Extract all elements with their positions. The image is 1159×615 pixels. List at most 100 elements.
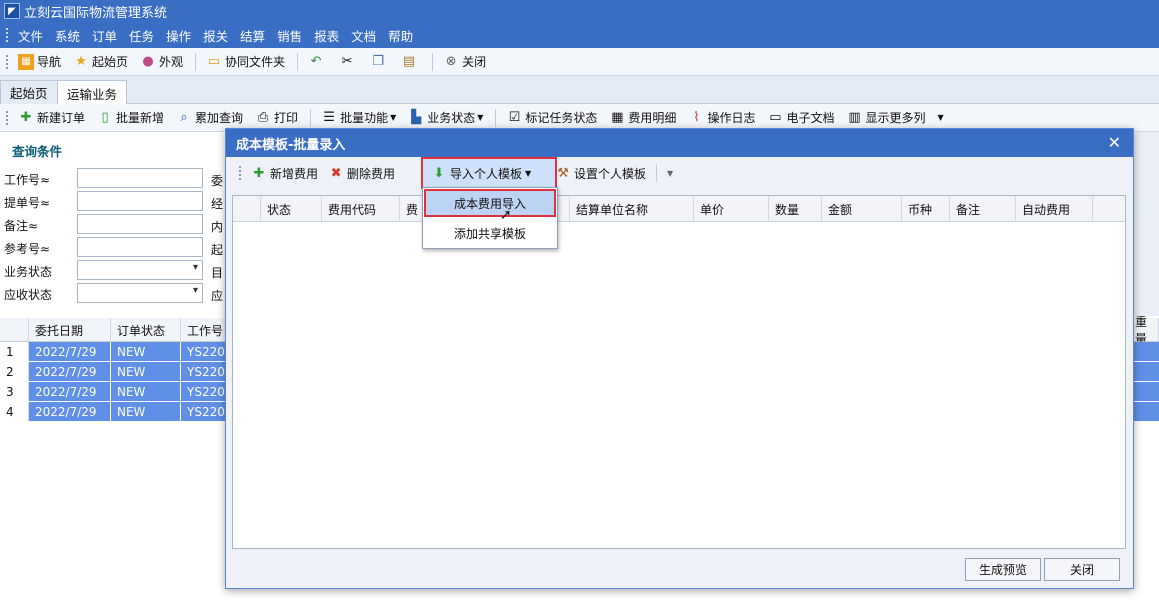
menu-task[interactable]: 任务 bbox=[129, 26, 154, 45]
menu-documents[interactable]: 文档 bbox=[351, 26, 376, 45]
table-row[interactable]: 2 2022/7/29 NEW YS220 bbox=[0, 362, 230, 382]
receivable-status-select[interactable] bbox=[77, 283, 203, 303]
menu-help[interactable]: 帮助 bbox=[388, 26, 413, 45]
grid-header-cell[interactable]: 结算单位名称 bbox=[570, 196, 694, 222]
show-more-columns-button[interactable]: ▥ 显示更多列 bbox=[846, 109, 925, 126]
remark-input[interactable] bbox=[77, 214, 203, 234]
skin-button[interactable]: ● 外观 bbox=[140, 53, 183, 70]
fee-detail-button[interactable]: ▦ 费用明细 bbox=[609, 109, 676, 126]
menu-reports[interactable]: 报表 bbox=[314, 26, 339, 45]
cut-button[interactable]: ✂ bbox=[339, 54, 358, 70]
grid-header-cell[interactable]: 状态 bbox=[261, 196, 322, 222]
menu-file[interactable]: 文件 bbox=[18, 26, 43, 45]
toolbar-overflow-icon[interactable]: ▼ bbox=[937, 113, 943, 122]
wrench-icon: ⚒ bbox=[557, 165, 569, 181]
table-cell: 2022/7/29 bbox=[29, 342, 111, 362]
query-label: 经 bbox=[211, 197, 224, 211]
home-button[interactable]: ★ 起始页 bbox=[73, 53, 128, 70]
close-icon[interactable]: ✕ bbox=[1108, 133, 1121, 152]
electronic-docs-button[interactable]: ▭ 电子文档 bbox=[767, 109, 834, 126]
dialog-title: 成本模板-批量录入 bbox=[236, 137, 346, 153]
set-personal-template-button[interactable]: ⚒ 设置个人模板 bbox=[555, 165, 646, 182]
undo-button[interactable]: ↶ bbox=[308, 54, 327, 70]
tab-start-page[interactable]: 起始页 bbox=[0, 80, 58, 104]
batch-add-button[interactable]: ▯ 批量新增 bbox=[97, 109, 164, 126]
grid-header-cell[interactable]: 金额 bbox=[822, 196, 902, 222]
table-cell bbox=[1133, 402, 1159, 422]
operation-log-label: 操作日志 bbox=[707, 111, 756, 125]
grid-header-cell[interactable]: 数量 bbox=[769, 196, 822, 222]
grid-header-cell[interactable]: 币种 bbox=[902, 196, 950, 222]
business-status-button[interactable]: ▙ 业务状态 ▼ bbox=[408, 109, 483, 126]
table-row[interactable]: 3 2022/7/29 NEW YS220 bbox=[0, 382, 230, 402]
home-label: 起始页 bbox=[92, 55, 129, 69]
query-label: 备注≈ bbox=[4, 218, 39, 233]
copy-button[interactable]: ❐ bbox=[370, 54, 389, 70]
job-number-input[interactable] bbox=[77, 168, 203, 188]
row-number: 4 bbox=[0, 402, 29, 422]
new-order-button[interactable]: ✚ 新建订单 bbox=[18, 109, 85, 126]
toolbar-separator bbox=[656, 164, 658, 182]
grid-header-cell[interactable]: 订单状态 bbox=[111, 318, 181, 342]
print-button[interactable]: ⎙ 打印 bbox=[255, 109, 298, 126]
add-fee-button[interactable]: ✚ 新增费用 bbox=[251, 165, 318, 182]
chevron-down-icon: ▼ bbox=[477, 113, 484, 122]
plus-icon: ✚ bbox=[20, 110, 32, 125]
import-template-label: 导入个人模板 bbox=[450, 166, 523, 181]
grid-header-cell[interactable]: 备注 bbox=[950, 196, 1016, 222]
mark-task-status-button[interactable]: ☑ 标记任务状态 bbox=[506, 109, 598, 126]
menu-settlement[interactable]: 结算 bbox=[240, 26, 265, 45]
menu-grip-icon bbox=[6, 28, 10, 42]
menu-bar: 文件 系统 订单 任务 操作 报关 结算 销售 报表 文档 帮助 bbox=[0, 22, 1159, 48]
delete-fee-button[interactable]: ✖ 删除费用 bbox=[328, 165, 395, 182]
batch-function-label: 批量功能 bbox=[340, 111, 389, 125]
status-icon: ▙ bbox=[411, 110, 422, 125]
table-cell: 2022/7/29 bbox=[29, 362, 111, 382]
reference-number-input[interactable] bbox=[77, 237, 203, 257]
search-icon: ⌕ bbox=[180, 110, 188, 125]
menu-sales[interactable]: 销售 bbox=[277, 26, 302, 45]
table-icon: ▦ bbox=[611, 110, 624, 125]
paste-button[interactable]: ▤ bbox=[401, 54, 420, 70]
batch-function-button[interactable]: ☰ 批量功能 ▼ bbox=[321, 109, 396, 126]
dialog-close-button[interactable]: 关闭 bbox=[1044, 558, 1120, 581]
cumulative-query-button[interactable]: ⌕ 累加查询 bbox=[176, 109, 243, 126]
add-shared-template-menu-item[interactable]: 添加共享模板 bbox=[424, 219, 556, 247]
mark-task-status-label: 标记任务状态 bbox=[525, 111, 598, 125]
grid-header-cell[interactable]: 单价 bbox=[694, 196, 769, 222]
bill-number-input[interactable] bbox=[77, 191, 203, 211]
menu-operation[interactable]: 操作 bbox=[166, 26, 191, 45]
grid-header-cell[interactable]: 自动费用 bbox=[1016, 196, 1093, 222]
operation-log-button[interactable]: ⌇ 操作日志 bbox=[688, 109, 755, 126]
toolbar-separator bbox=[310, 108, 312, 127]
main-toolbar: ▦ 导航 ★ 起始页 ● 外观 ▭ 协同文件夹 ↶ ✂ ❐ ▤ ⊗ 关闭 bbox=[0, 48, 1159, 76]
close-circle-icon: ⊗ bbox=[445, 54, 457, 69]
app-titlebar: ◤ 立刻云国际物流管理系统 bbox=[0, 0, 1159, 22]
plus-icon: ✚ bbox=[253, 165, 265, 181]
nav-label: 导航 bbox=[37, 55, 62, 69]
grid-header-cell[interactable]: 费用代码 bbox=[322, 196, 400, 222]
import-personal-template-button[interactable]: ⬇ 导入个人模板 ▼ bbox=[421, 157, 557, 189]
toolbar-grip-icon bbox=[6, 110, 10, 125]
toolbar-overflow-icon[interactable]: ▼ bbox=[667, 169, 673, 178]
business-status-select[interactable] bbox=[77, 260, 203, 280]
table-cell: YS220 bbox=[181, 402, 230, 422]
shared-folder-label: 协同文件夹 bbox=[225, 55, 286, 69]
nav-button[interactable]: ▦ 导航 bbox=[18, 53, 61, 70]
menu-system[interactable]: 系统 bbox=[55, 26, 80, 45]
chevron-down-icon: ▼ bbox=[390, 113, 397, 122]
skin-label: 外观 bbox=[159, 55, 184, 69]
dialog-titlebar: 成本模板-批量录入 ✕ bbox=[226, 129, 1133, 157]
menu-order[interactable]: 订单 bbox=[92, 26, 117, 45]
table-row[interactable]: 1 2022/7/29 NEW YS220 bbox=[0, 342, 230, 362]
close-button[interactable]: ⊗ 关闭 bbox=[443, 53, 486, 70]
table-row[interactable]: 4 2022/7/29 NEW YS220 bbox=[0, 402, 230, 422]
menu-customs[interactable]: 报关 bbox=[203, 26, 228, 45]
cost-fee-import-menu-item[interactable]: 成本费用导入 bbox=[424, 189, 556, 217]
generate-preview-button[interactable]: 生成预览 bbox=[965, 558, 1041, 581]
tab-bar: 起始页 运输业务 bbox=[0, 76, 1159, 105]
tab-transport-business[interactable]: 运输业务 bbox=[57, 80, 128, 105]
shared-folder-button[interactable]: ▭ 协同文件夹 bbox=[206, 53, 285, 70]
grid-header-cell[interactable]: 重量 bbox=[1133, 315, 1159, 346]
grid-header-cell[interactable]: 委托日期 bbox=[29, 318, 111, 342]
